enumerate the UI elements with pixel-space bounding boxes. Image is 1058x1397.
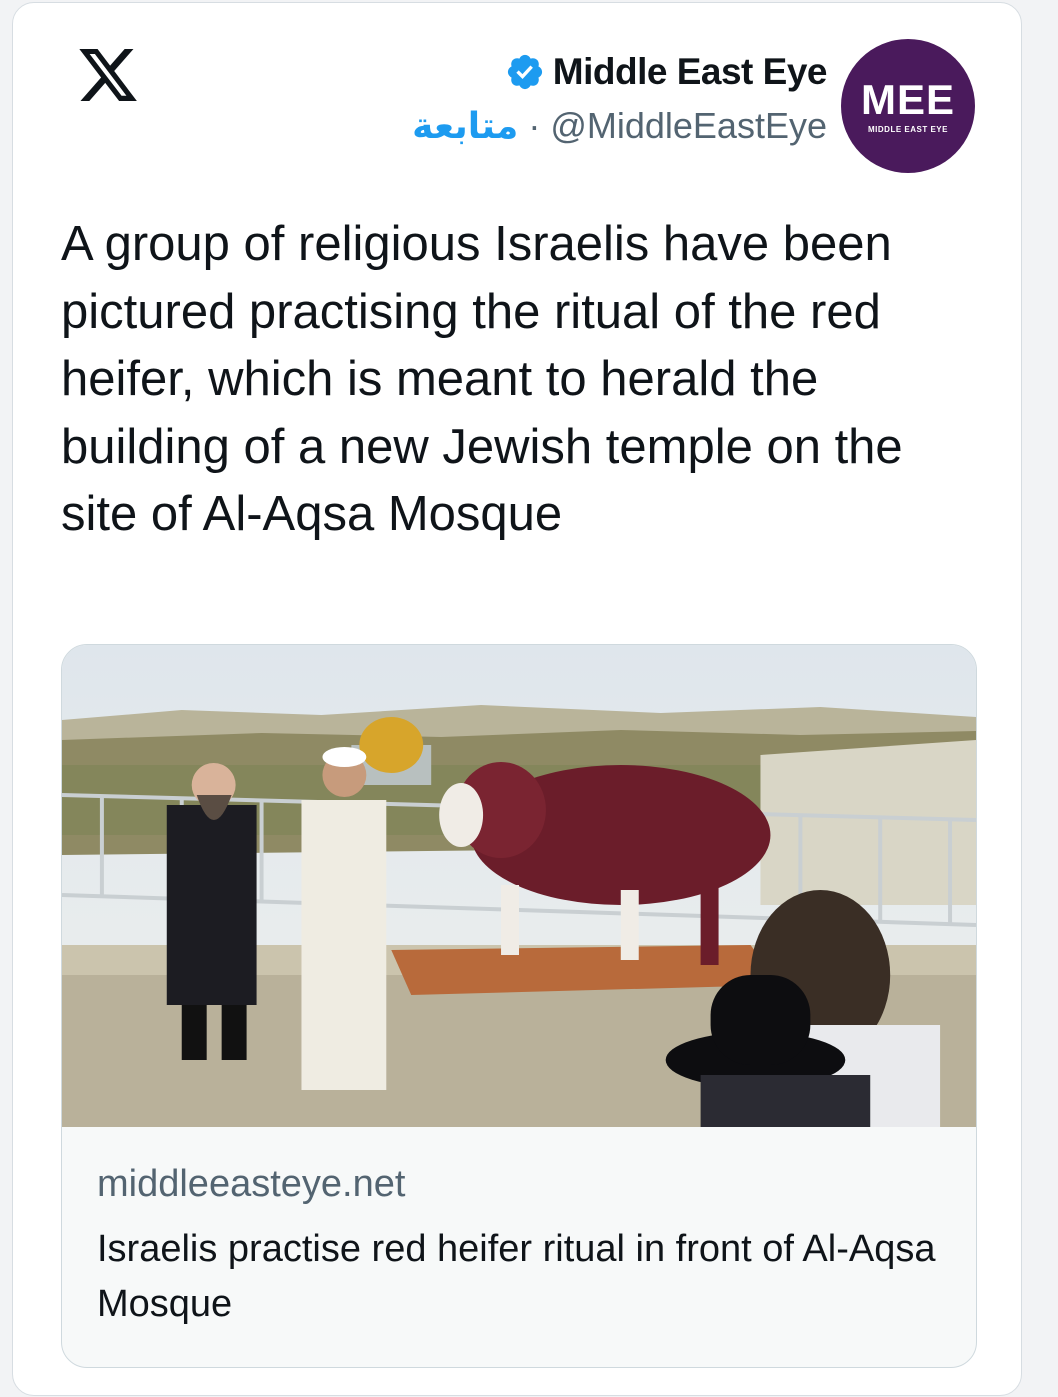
tweet-card[interactable]: Middle East Eye متابعة · @MiddleEastEye …: [12, 2, 1022, 1396]
avatar-caption: MIDDLE EAST EYE: [868, 124, 948, 134]
avatar[interactable]: MEE MIDDLE EAST EYE: [841, 39, 975, 173]
separator-dot: ·: [528, 105, 541, 146]
link-preview-card[interactable]: middleeasteye.net Israelis practise red …: [61, 644, 977, 1368]
tweet-text: A group of religious Israelis have been …: [61, 217, 903, 541]
x-logo-icon[interactable]: [76, 43, 140, 107]
follow-button[interactable]: متابعة: [412, 105, 518, 146]
author-handle[interactable]: @MiddleEastEye: [550, 105, 827, 146]
avatar-mark: MEE: [860, 75, 955, 123]
link-domain: middleeasteye.net: [97, 1163, 406, 1205]
link-headline[interactable]: Israelis practise red heifer ritual in f…: [97, 1222, 947, 1332]
author-name[interactable]: Middle East Eye: [553, 51, 828, 93]
verified-badge-icon: [507, 54, 542, 90]
author-info: Middle East Eye متابعة · @MiddleEastEye: [412, 51, 827, 147]
preview-image[interactable]: [62, 645, 976, 1127]
